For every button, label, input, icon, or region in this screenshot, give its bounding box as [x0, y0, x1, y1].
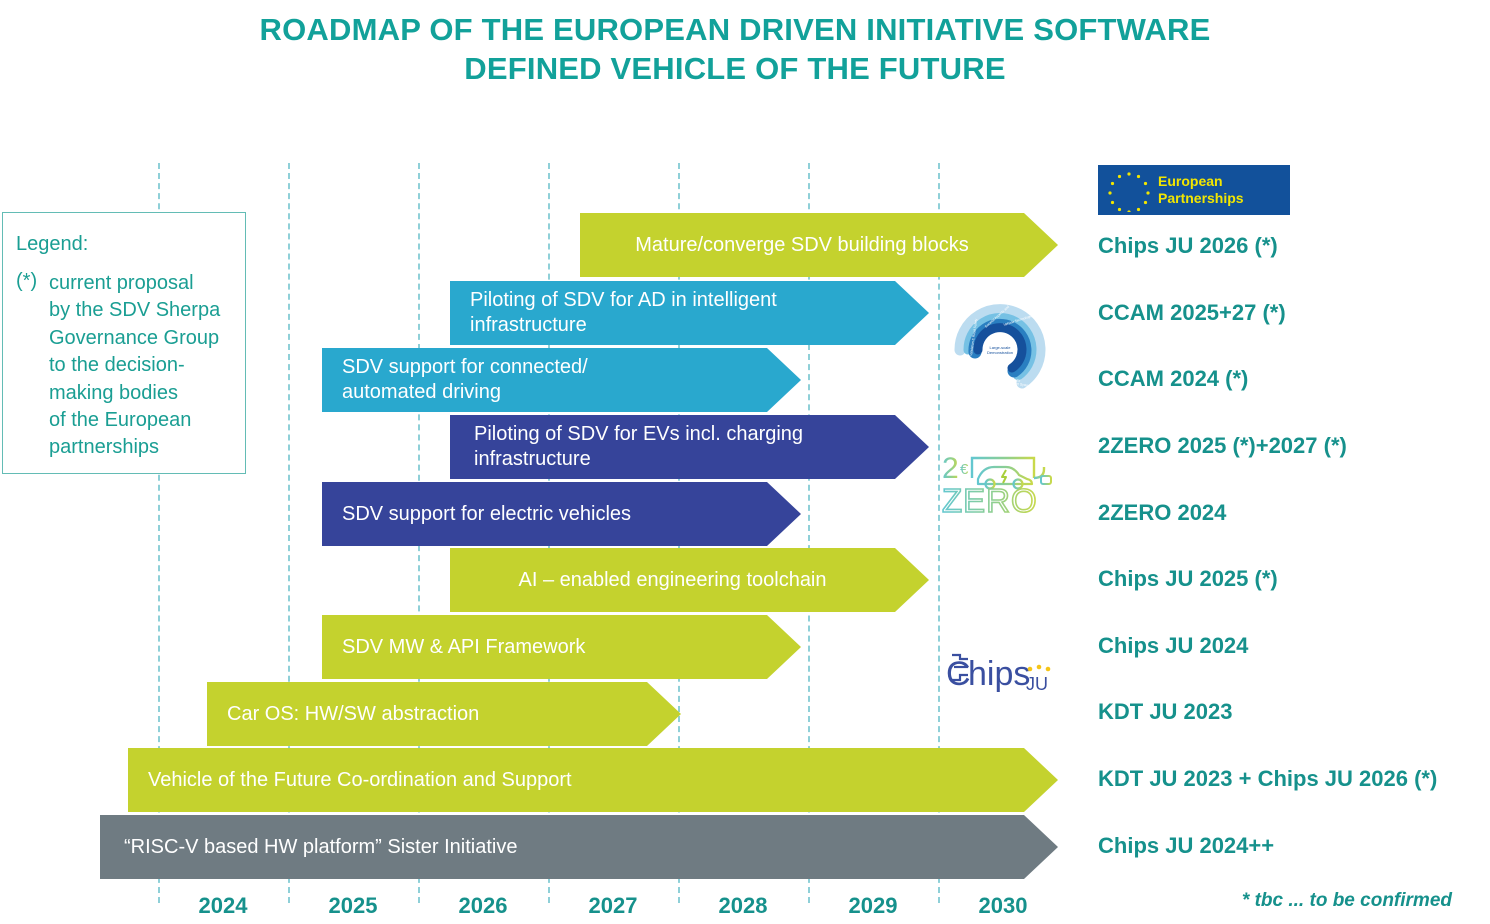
year-tick-2027: 2027	[588, 893, 638, 918]
svg-text:hips: hips	[968, 655, 1030, 693]
roadmap-bar-label: Mature/converge SDV building blocks	[635, 233, 969, 256]
roadmap-bar: Mature/converge SDV building blocks	[580, 213, 1058, 277]
svg-text:2: 2	[942, 452, 959, 485]
european-partnerships-logo: European Partnerships	[1098, 165, 1290, 215]
roadmap-bar-label: SDV MW & API Framework	[342, 635, 586, 658]
year-tick-2028: 2028	[718, 893, 768, 918]
roadmap-bar-label: AI – enabled engineering toolchain	[518, 568, 827, 591]
partnership-label: Chips JU 2024++	[1098, 833, 1275, 858]
footnote: * tbc ... to be confirmed	[1241, 890, 1452, 911]
roadmap-bar: SDV support for electric vehicles	[322, 482, 801, 546]
svg-text:ZERO: ZERO	[942, 482, 1038, 516]
chips-ju-logo: C hips JU	[938, 645, 1063, 700]
year-tick-2025: 2025	[328, 893, 378, 918]
roadmap-bar: SDV support for connected/ automated dri…	[322, 348, 801, 412]
svg-text:C: C	[946, 655, 971, 693]
svg-text:€: €	[960, 461, 969, 478]
legend-heading: Legend:	[16, 233, 89, 255]
partnership-label: CCAM 2025+27 (*)	[1098, 300, 1286, 325]
legend-marker: (*)	[16, 270, 38, 292]
partnership-label: KDT JU 2023 + Chips JU 2026 (*)	[1098, 766, 1438, 791]
year-tick-2030: 2030	[978, 893, 1028, 918]
roadmap-bar-label: SDV support for connected/ automated dri…	[342, 356, 588, 403]
partnership-label: CCAM 2024 (*)	[1098, 366, 1249, 391]
roadmap-bar-label: “RISC-V based HW platform” Sister Initia…	[124, 835, 518, 858]
partnership-label: 2ZERO 2025 (*)+2027 (*)	[1098, 433, 1347, 458]
eu-stars-icon	[1104, 168, 1154, 214]
roadmap-bar: SDV MW & API Framework	[322, 615, 801, 679]
partnership-label: 2ZERO 2024	[1098, 500, 1227, 525]
roadmap-bar: Piloting of SDV for EVs incl. charging i…	[450, 415, 929, 479]
partnership-label: Chips JU 2026 (*)	[1098, 233, 1278, 258]
year-tick-2029: 2029	[848, 893, 898, 918]
year-tick-2024: 2024	[198, 893, 248, 918]
partnership-label: Chips JU 2024	[1098, 633, 1249, 658]
roadmap-bar: Piloting of SDV for AD in intelligent in…	[450, 281, 929, 345]
roadmap-chart: Mature/converge SDV building blocks Pilot…	[0, 0, 1490, 924]
legend-text: current proposal by the SDV Sherpa Gover…	[49, 272, 221, 459]
roadmap-bar-label: Piloting of SDV for EVs incl. charging i…	[474, 423, 804, 470]
roadmap-bar-label: SDV support for electric vehicles	[342, 502, 632, 525]
ccam-logo: Large-scale Demonstration Societal Aspec…	[948, 302, 1053, 397]
european-partnerships-label: European Partnerships	[1158, 173, 1244, 206]
legend-box: Legend: (*) current proposal by the SDV …	[2, 212, 246, 474]
zero-emission-logo: 2 € ZERO	[938, 448, 1060, 520]
partnership-label: Chips JU 2025 (*)	[1098, 566, 1278, 591]
year-tick-2026: 2026	[458, 893, 508, 918]
roadmap-bar-label: Car OS: HW/SW abstraction	[227, 702, 480, 725]
roadmap-bar-label: Vehicle of the Future Co-ordination and …	[148, 768, 572, 791]
roadmap-bar-label: Piloting of SDV for AD in intelligent in…	[470, 289, 777, 336]
roadmap-bar: “RISC-V based HW platform” Sister Initia…	[100, 815, 1058, 879]
roadmap-bar: Car OS: HW/SW abstraction	[207, 682, 681, 746]
roadmap-bar: Vehicle of the Future Co-ordination and …	[128, 748, 1058, 812]
partnership-label: KDT JU 2023	[1098, 699, 1233, 724]
svg-text:JU: JU	[1026, 674, 1048, 694]
svg-text:Demonstration: Demonstration	[987, 350, 1013, 355]
roadmap-bar: AI – enabled engineering toolchain	[450, 548, 929, 612]
